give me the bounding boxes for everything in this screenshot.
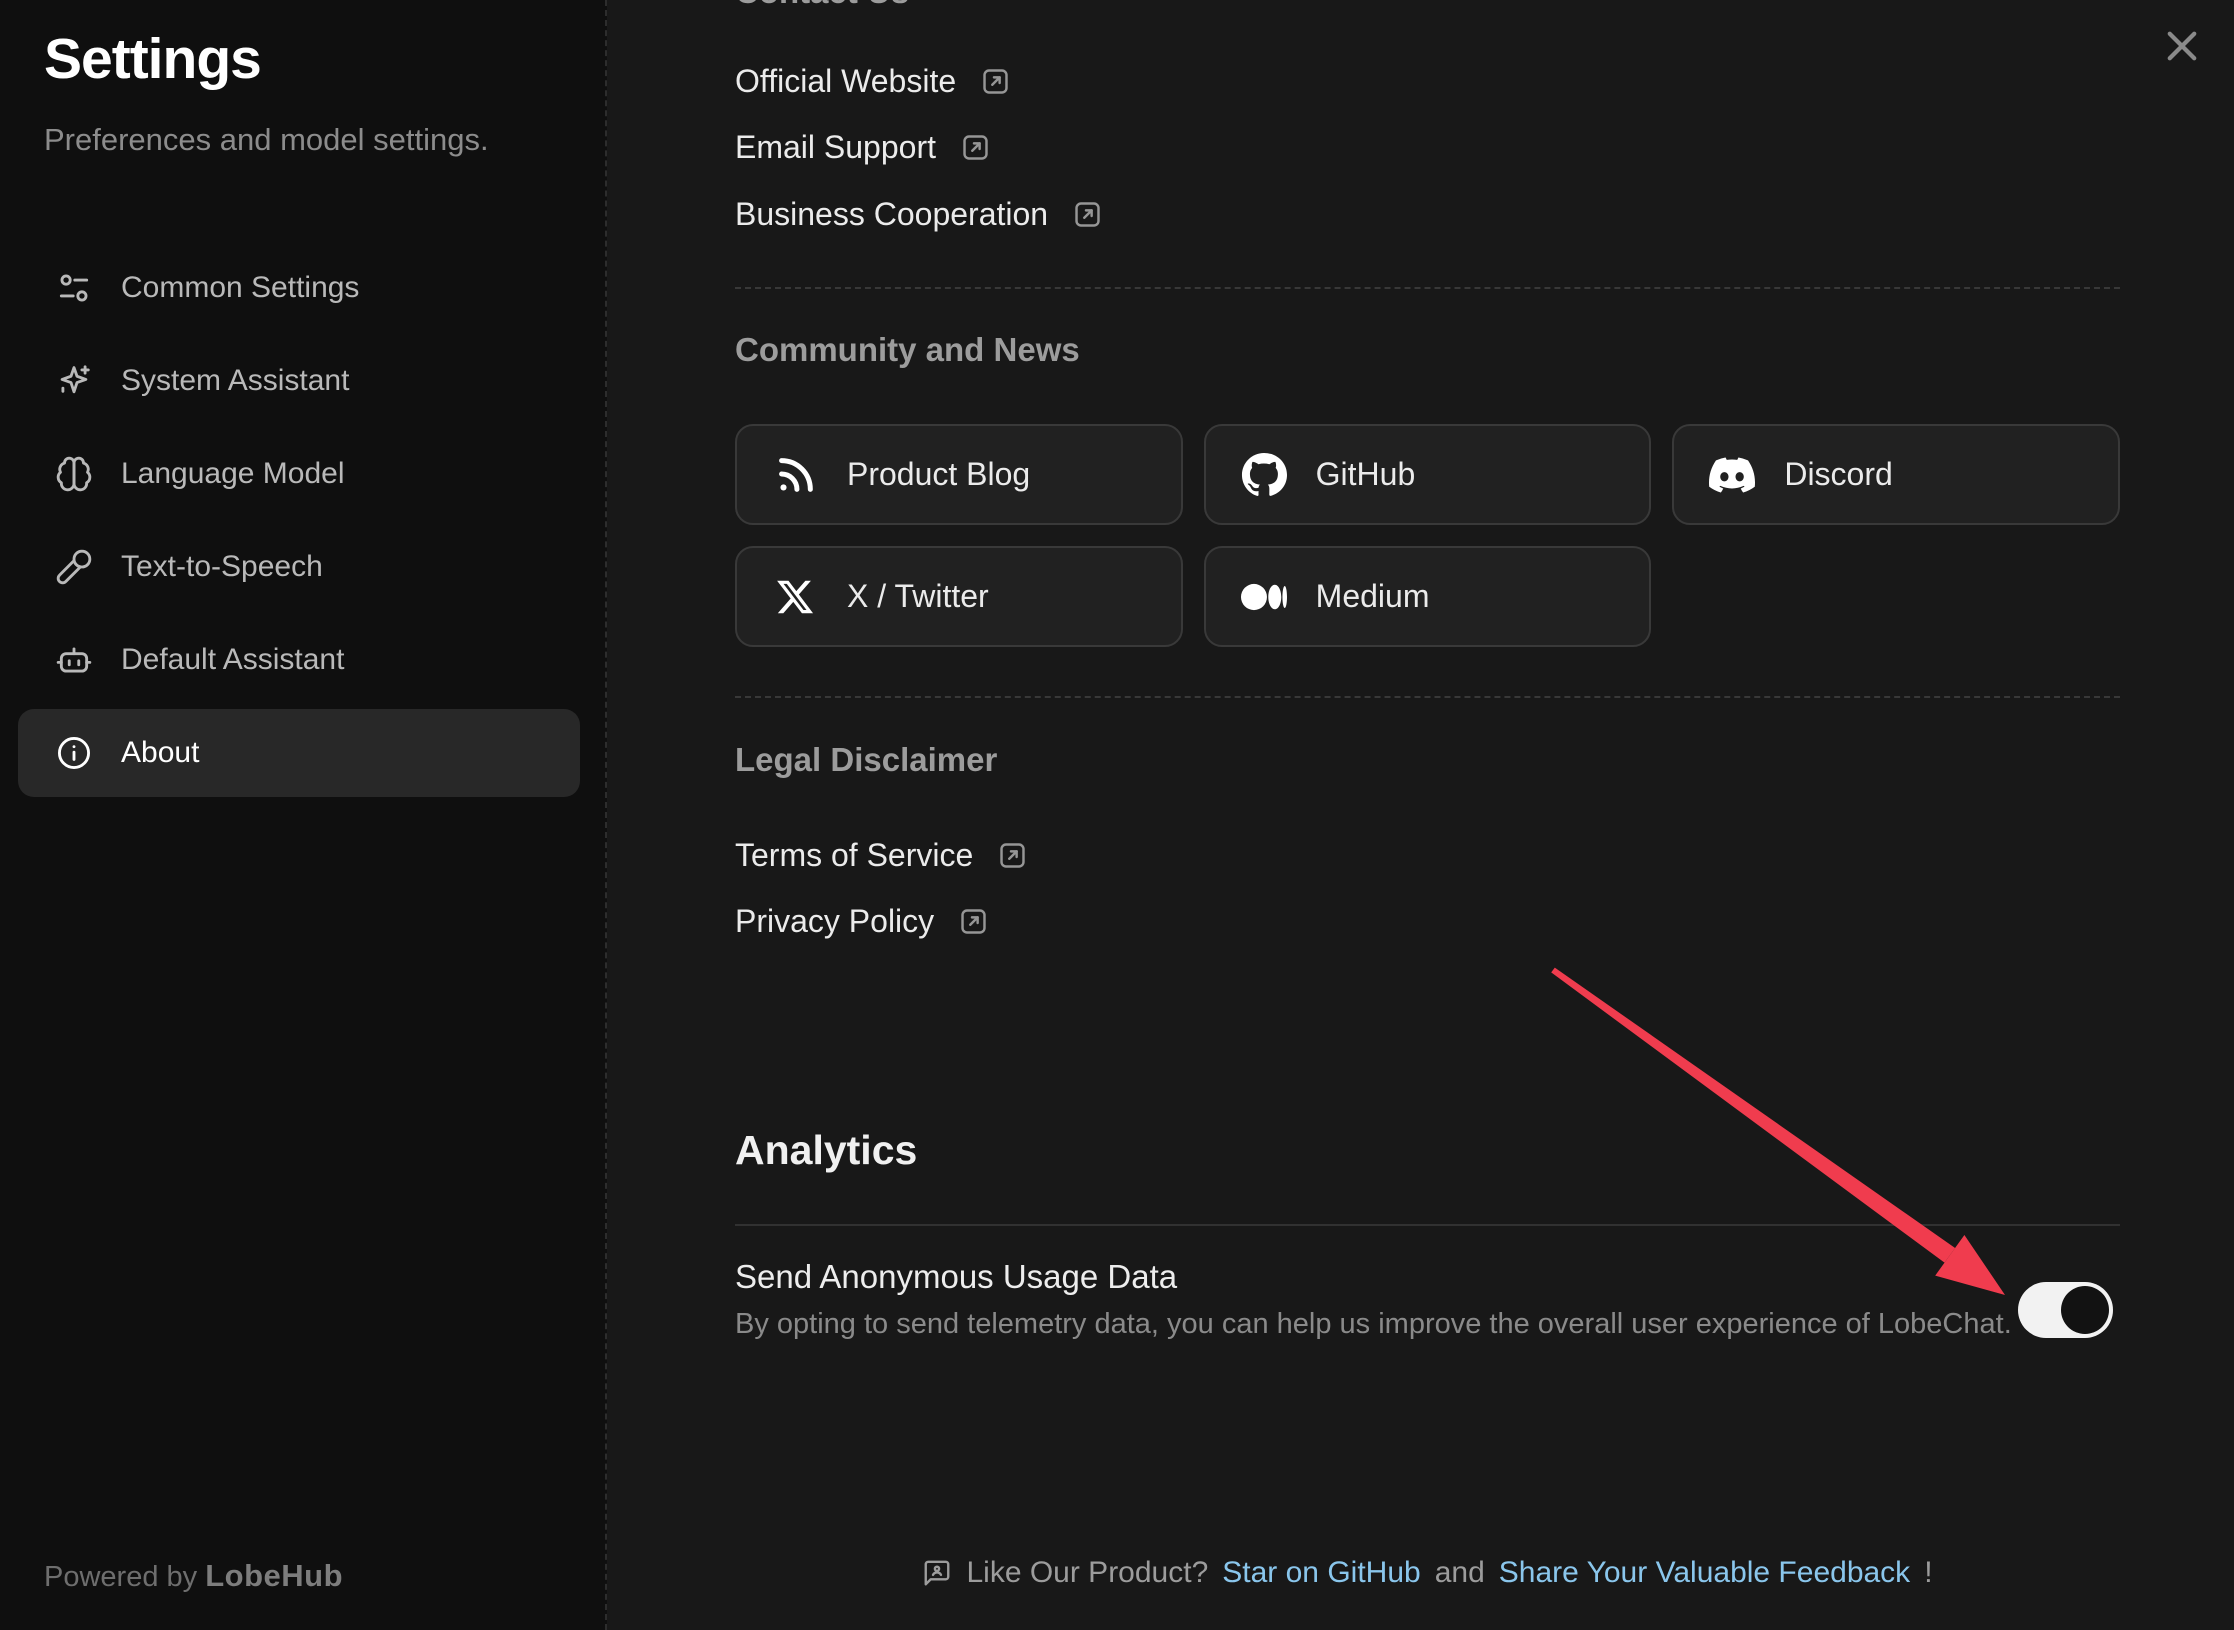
product-blog-button[interactable]: Product Blog [735, 424, 1183, 525]
link-label: Official Website [735, 63, 956, 100]
sidebar-item-label: Text-to-Speech [121, 550, 323, 584]
github-button[interactable]: GitHub [1204, 424, 1652, 525]
github-icon [1240, 451, 1288, 499]
button-label: Discord [1784, 456, 1892, 493]
brain-icon [55, 455, 93, 493]
link-label: Business Cooperation [735, 196, 1048, 233]
sidebar-nav: Common Settings System Assistant Languag… [18, 244, 580, 797]
email-support-link[interactable]: Email Support [735, 125, 991, 169]
star-on-github-link[interactable]: Star on GitHub [1222, 1556, 1420, 1590]
sidebar-item-common-settings[interactable]: Common Settings [18, 244, 580, 332]
button-label: GitHub [1316, 456, 1416, 493]
footer-text: Like Our Product? [966, 1556, 1208, 1590]
mic-icon [55, 548, 93, 586]
usage-data-toggle[interactable] [2018, 1282, 2113, 1338]
medium-icon [1240, 573, 1288, 621]
link-label: Terms of Service [735, 837, 973, 874]
discord-button[interactable]: Discord [1672, 424, 2120, 525]
privacy-policy-link[interactable]: Privacy Policy [735, 899, 989, 943]
external-link-icon [980, 66, 1011, 97]
x-icon [771, 573, 819, 621]
terms-of-service-link[interactable]: Terms of Service [735, 833, 1028, 877]
external-link-icon [1072, 199, 1103, 230]
button-label: Product Blog [847, 456, 1030, 493]
footer-text: ! [1924, 1556, 1932, 1590]
info-icon [55, 734, 93, 772]
external-link-icon [997, 840, 1028, 871]
footer-text: and [1435, 1556, 1485, 1590]
page-subtitle: Preferences and model settings. [44, 122, 489, 158]
page-title: Settings [44, 26, 261, 92]
usage-data-label: Send Anonymous Usage Data [735, 1258, 1177, 1296]
sidebar-item-text-to-speech[interactable]: Text-to-Speech [18, 523, 580, 611]
section-divider [735, 1224, 2120, 1226]
sidebar-item-label: About [121, 736, 199, 770]
sparkles-icon [55, 362, 93, 400]
close-icon [2161, 25, 2203, 67]
discord-icon [1708, 451, 1756, 499]
powered-by-text: Powered by [44, 1561, 197, 1593]
sidebar-item-label: Common Settings [121, 271, 359, 305]
medium-button[interactable]: Medium [1204, 546, 1652, 647]
external-link-icon [958, 906, 989, 937]
official-website-link[interactable]: Official Website [735, 59, 1011, 103]
business-cooperation-link[interactable]: Business Cooperation [735, 192, 1103, 236]
button-label: X / Twitter [847, 578, 989, 615]
settings-sidebar: Settings Preferences and model settings.… [0, 0, 607, 1630]
analytics-heading: Analytics [735, 1127, 917, 1174]
community-buttons: Product Blog GitHub Discord [735, 424, 2120, 647]
link-label: Privacy Policy [735, 903, 934, 940]
community-heading: Community and News [735, 331, 1080, 369]
feedback-bubble-icon [922, 1558, 952, 1588]
rss-icon [771, 451, 819, 499]
lobehub-brand: LobeHub [205, 1558, 343, 1593]
section-divider [735, 696, 2120, 698]
sliders-icon [55, 269, 93, 307]
toggle-knob [2061, 1286, 2109, 1334]
x-twitter-button[interactable]: X / Twitter [735, 546, 1183, 647]
sidebar-item-about[interactable]: About [18, 709, 580, 797]
sidebar-item-language-model[interactable]: Language Model [18, 430, 580, 518]
bot-icon [55, 641, 93, 679]
sidebar-item-label: System Assistant [121, 364, 349, 398]
share-feedback-link[interactable]: Share Your Valuable Feedback [1499, 1556, 1910, 1590]
legal-heading: Legal Disclaimer [735, 741, 997, 779]
about-panel: Contact Us Official Website Email Suppor… [607, 0, 2234, 1630]
sidebar-item-label: Default Assistant [121, 643, 344, 677]
settings-modal: Settings Preferences and model settings.… [0, 0, 2234, 1630]
sidebar-item-label: Language Model [121, 457, 345, 491]
powered-by: Powered by LobeHub [44, 1558, 343, 1594]
sidebar-item-default-assistant[interactable]: Default Assistant [18, 616, 580, 704]
button-label: Medium [1316, 578, 1430, 615]
sidebar-item-system-assistant[interactable]: System Assistant [18, 337, 580, 425]
link-label: Email Support [735, 129, 936, 166]
contact-heading: Contact Us [735, 0, 909, 11]
external-link-icon [960, 132, 991, 163]
usage-data-description: By opting to send telemetry data, you ca… [735, 1308, 2012, 1341]
section-divider [735, 287, 2120, 289]
footer-note: Like Our Product? Star on GitHub and Sha… [735, 1556, 2120, 1590]
close-button[interactable] [2156, 20, 2208, 72]
